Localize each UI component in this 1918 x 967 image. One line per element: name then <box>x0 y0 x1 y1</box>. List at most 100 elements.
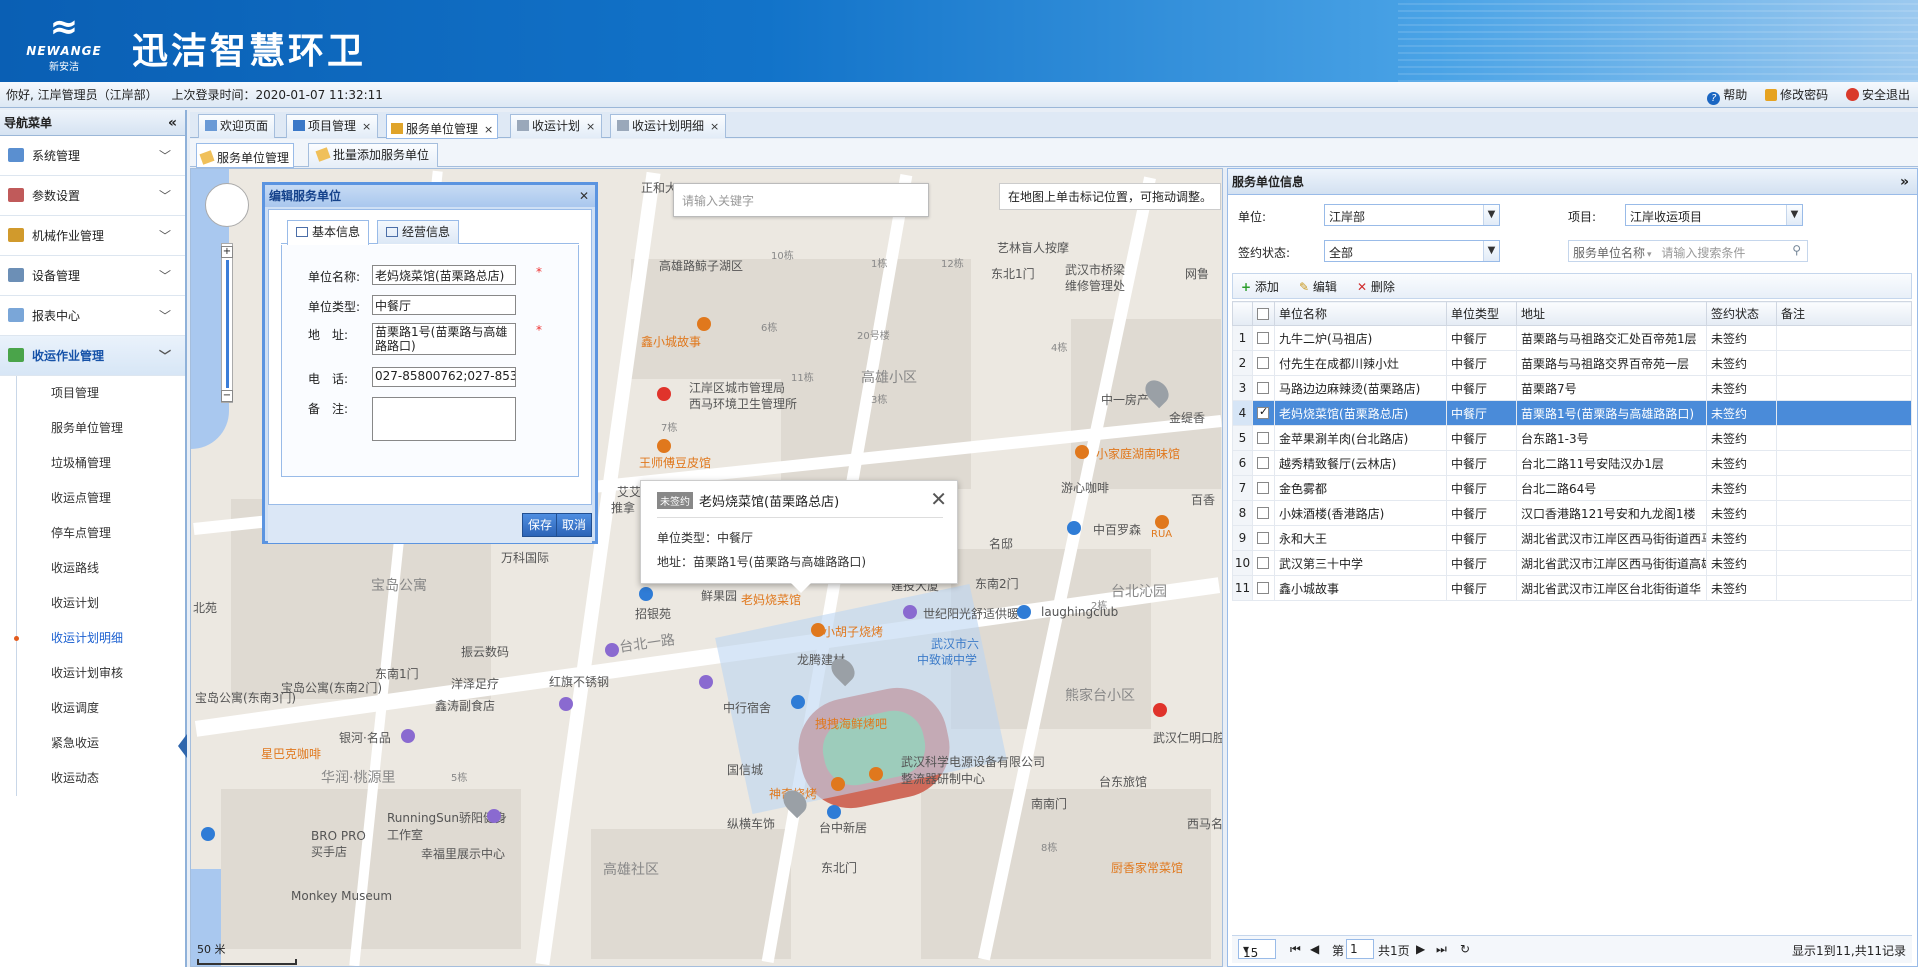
tab-basic-info[interactable]: 基本信息 <box>287 220 370 245</box>
change-password-link[interactable]: 修改密码 <box>1765 88 1828 102</box>
shop-icon[interactable] <box>605 643 619 657</box>
sidebar-item-plan-detail[interactable]: 收运计划明细 <box>14 621 185 656</box>
shop-icon[interactable] <box>401 729 415 743</box>
close-icon[interactable]: × <box>586 120 595 133</box>
status-select[interactable]: 全部 ▼ <box>1324 240 1500 262</box>
table-row[interactable]: 4 老妈烧菜馆(苗栗路总店)中餐厅苗栗路1号(苗栗路与高雄路路口)未签约 <box>1232 400 1912 426</box>
col-header[interactable]: 单位类型 <box>1446 301 1517 326</box>
remark-field[interactable] <box>372 397 516 441</box>
last-page-button[interactable]: ⏭ <box>1436 942 1447 957</box>
sidebar-item-emergency[interactable]: 紧急收运 <box>16 726 185 761</box>
menu-group-system[interactable]: 系统管理 ﹀ <box>0 136 185 176</box>
unit-name-field[interactable]: 老妈烧菜馆(苗栗路总店) <box>372 265 516 285</box>
sidebar-item-dynamics[interactable]: 收运动态 <box>16 761 185 796</box>
unit-select[interactable]: 江岸部 ▼ <box>1324 204 1500 226</box>
collapse-panel-icon[interactable]: » <box>1900 169 1909 195</box>
collapse-sidebar-button[interactable]: « <box>168 110 177 136</box>
zoom-slider[interactable]: + − <box>221 243 233 403</box>
row-checkbox[interactable] <box>1257 557 1269 569</box>
restaurant-icon[interactable] <box>1075 445 1089 459</box>
service-icon[interactable] <box>903 605 917 619</box>
sidebar-item-plan[interactable]: 收运计划 <box>16 586 185 621</box>
table-row[interactable]: 10 武汉第三十中学 中餐厅 湖北省武汉市江岸区西马街街道高雄 未签约 <box>1232 550 1912 576</box>
menu-group-params[interactable]: 参数设置 ﹀ <box>0 176 185 216</box>
row-checkbox[interactable] <box>1257 582 1269 594</box>
restaurant-icon[interactable] <box>697 317 711 331</box>
shop-icon[interactable] <box>1067 521 1081 535</box>
search-input[interactable]: 请输入搜索条件 <box>1661 246 1745 260</box>
next-page-button[interactable]: ▶ <box>1416 942 1425 956</box>
project-select[interactable]: 江岸收运项目 ▼ <box>1625 204 1803 226</box>
menu-group-collection[interactable]: 收运作业管理 ﹀ <box>0 336 185 376</box>
table-row[interactable]: 5 金苹果涮羊肉(台北路店) 中餐厅 台东路1-3号 未签约 <box>1232 425 1912 451</box>
tab-plan-detail[interactable]: 收运计划明细 × <box>610 114 727 138</box>
table-row[interactable]: 6 越秀精致餐厅(云林店) 中餐厅 台北二路11号安陆汉办1层 未签约 <box>1232 450 1912 476</box>
row-checkbox[interactable] <box>1257 405 1269 419</box>
close-icon[interactable]: × <box>710 120 719 133</box>
sidebar-item-project[interactable]: 项目管理 <box>16 376 185 411</box>
logout-link[interactable]: 安全退出 <box>1845 88 1910 102</box>
table-row[interactable]: 9 永和大王 中餐厅 湖北省武汉市江岸区西马街街道西马 未签约 <box>1232 525 1912 551</box>
restaurant-icon[interactable] <box>831 777 845 791</box>
parking-icon[interactable] <box>201 827 215 841</box>
table-row[interactable]: 2 付先生在成都川辣小灶 中餐厅 苗栗路与马祖路交界百帝苑一层 未签约 <box>1232 350 1912 376</box>
unit-type-field[interactable]: 中餐厅 <box>372 295 516 315</box>
phone-field[interactable]: 027-85800762;027-853 <box>372 367 516 387</box>
restaurant-icon[interactable] <box>657 439 671 453</box>
sidebar-item-dispatch[interactable]: 收运调度 <box>16 691 185 726</box>
page-size-select[interactable]: 15 ▾ <box>1238 939 1276 960</box>
tab-service-unit[interactable]: 服务单位管理 × <box>386 114 499 139</box>
pan-control[interactable] <box>205 183 249 227</box>
col-header[interactable]: 单位名称 <box>1274 301 1447 326</box>
hospital-icon[interactable] <box>1153 703 1167 717</box>
gym-icon[interactable] <box>487 809 501 823</box>
tab-welcome[interactable]: 欢迎页面 <box>198 114 276 138</box>
government-icon[interactable] <box>657 387 671 401</box>
search-field-select[interactable]: 服务单位名称 <box>1573 246 1645 260</box>
select-all-checkbox[interactable] <box>1257 307 1269 320</box>
row-checkbox[interactable] <box>1257 432 1269 444</box>
restaurant-icon[interactable] <box>1155 515 1169 529</box>
row-checkbox[interactable] <box>1257 507 1269 519</box>
row-checkbox[interactable] <box>1257 482 1269 494</box>
close-icon[interactable]: × <box>362 120 371 133</box>
menu-group-devices[interactable]: 设备管理 ﹀ <box>0 256 185 296</box>
add-button[interactable]: + 添加 <box>1241 278 1279 295</box>
page-number-input[interactable]: 1 <box>1346 939 1374 959</box>
table-row[interactable]: 8 小妹酒楼(香港路店) 中餐厅 汉口香港路121号安和九龙阁1楼 未签约 <box>1232 500 1912 526</box>
map-search-input[interactable]: 请输入关键字 <box>673 183 929 217</box>
tab-business-info[interactable]: 经营信息 <box>377 220 460 244</box>
table-row[interactable]: 3 马路边边麻辣烫(苗栗路店) 中餐厅 苗栗路7号 未签约 <box>1232 375 1912 401</box>
col-header[interactable]: 地址 <box>1516 301 1707 326</box>
subtab-service-unit[interactable]: 服务单位管理 <box>196 143 295 168</box>
restaurant-icon[interactable] <box>811 623 825 637</box>
row-checkbox[interactable] <box>1257 357 1269 369</box>
close-icon[interactable]: ✕ <box>579 185 589 207</box>
close-icon[interactable]: ✕ <box>930 487 947 511</box>
search-icon[interactable]: ⚲ <box>1792 243 1801 257</box>
close-icon[interactable]: × <box>484 123 493 136</box>
menu-group-reports[interactable]: 报表中心 ﹀ <box>0 296 185 336</box>
restaurant-icon[interactable] <box>869 767 883 781</box>
sidebar-item-service-unit[interactable]: 服务单位管理 <box>16 411 185 446</box>
row-checkbox[interactable] <box>1257 332 1269 344</box>
edit-button[interactable]: ✎ 编辑 <box>1299 278 1337 295</box>
subtab-batch-add[interactable]: 批量添加服务单位 <box>308 143 439 167</box>
tab-plan[interactable]: 收运计划 × <box>510 114 603 138</box>
building-icon[interactable] <box>791 695 805 709</box>
cancel-button[interactable]: 取消 <box>556 513 592 537</box>
first-page-button[interactable]: ⏮ <box>1290 942 1301 957</box>
parking-icon[interactable] <box>639 587 653 601</box>
building-icon[interactable] <box>827 805 841 819</box>
sidebar-item-collection-points[interactable]: 收运点管理 <box>16 481 185 516</box>
row-checkbox[interactable] <box>1257 532 1269 544</box>
sidebar-item-parking[interactable]: 停车点管理 <box>16 516 185 551</box>
zoom-out-button[interactable]: − <box>221 390 233 402</box>
row-checkbox[interactable] <box>1257 457 1269 469</box>
help-link[interactable]: ? 帮助 <box>1707 88 1747 105</box>
shop-icon[interactable] <box>559 697 573 711</box>
menu-group-machinery[interactable]: 机械作业管理 ﹀ <box>0 216 185 256</box>
table-row[interactable]: 11 鑫小城故事 中餐厅 湖北省武汉市江岸区台北街街道华 未签约 <box>1232 575 1912 601</box>
table-row[interactable]: 1 九牛二炉(马祖店) 中餐厅 苗栗路与马祖路交汇处百帝苑1层 未签约 <box>1232 325 1912 351</box>
address-field[interactable]: 苗栗路1号(苗栗路与高雄路路口) <box>372 323 516 355</box>
